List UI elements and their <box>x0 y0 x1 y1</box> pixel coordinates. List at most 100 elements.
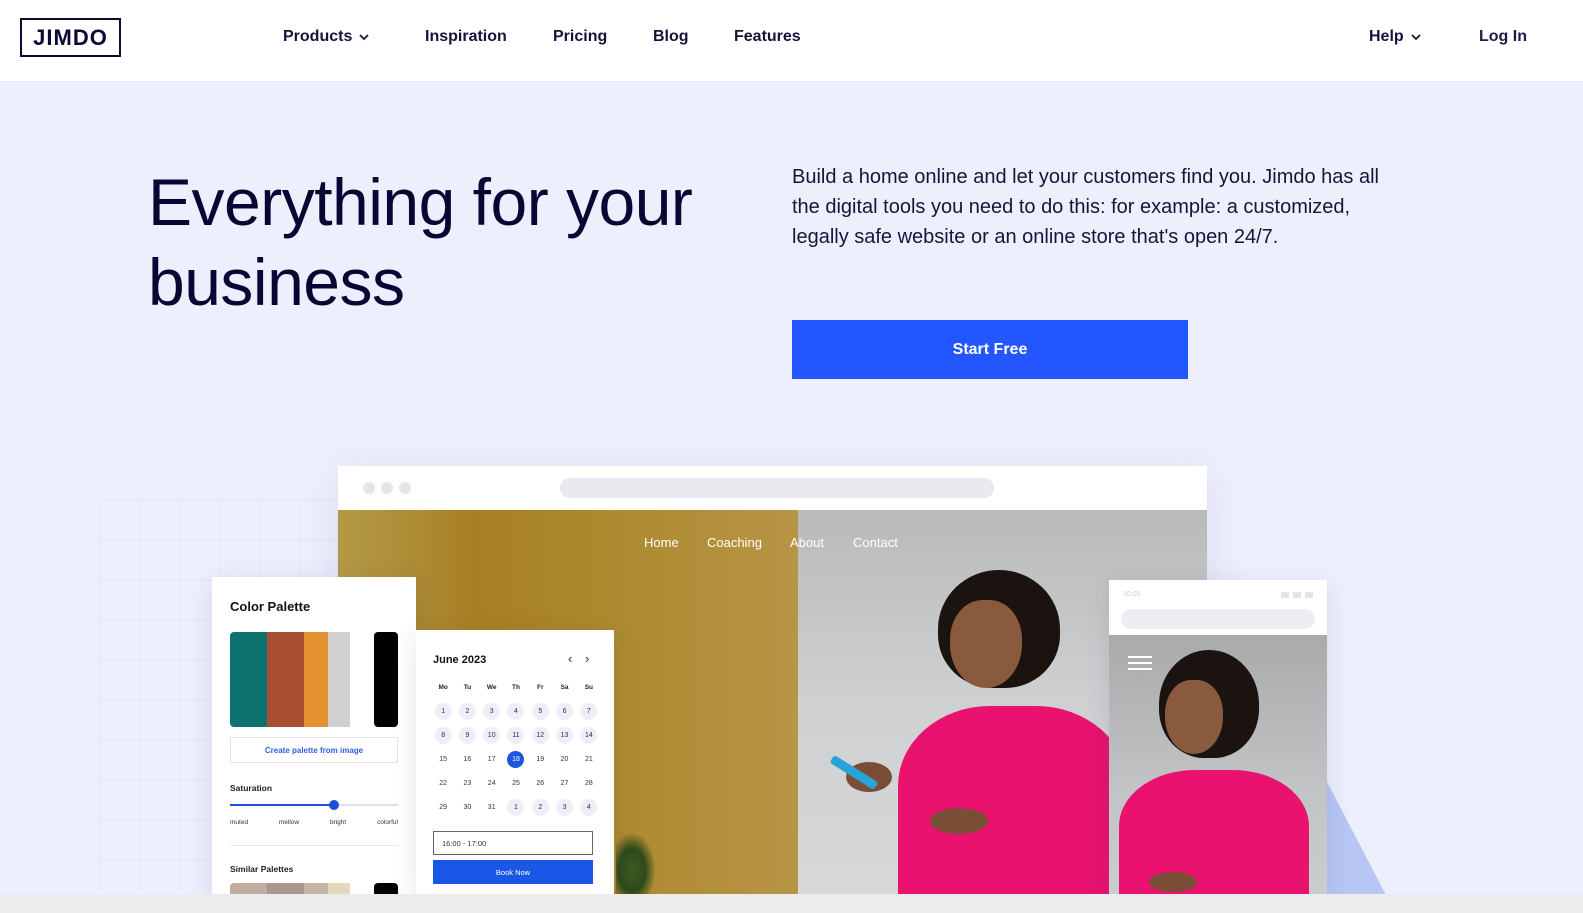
nav-blog[interactable]: Blog <box>653 28 689 46</box>
calendar-day[interactable]: 15 <box>435 751 452 768</box>
nav-products[interactable]: Products <box>283 28 370 46</box>
weekday-header: Mo <box>438 684 448 691</box>
saturation-levels: muted mellow bright colorful <box>230 819 398 826</box>
saturation-slider-thumb[interactable] <box>329 800 340 810</box>
calendar-day-cell: 4 <box>504 703 528 720</box>
calendar-day[interactable]: 24 <box>483 775 500 792</box>
calendar-day[interactable]: 31 <box>483 799 500 816</box>
mobile-website-preview <box>1109 635 1327 900</box>
calendar-day-cell: 16 <box>455 751 479 768</box>
calendar-day-cell: 18 <box>504 751 528 768</box>
create-palette-button[interactable]: Create palette from image <box>230 737 398 763</box>
saturation-level: bright <box>329 819 347 826</box>
start-free-button[interactable]: Start Free <box>792 320 1188 379</box>
calendar-day[interactable]: 9 <box>458 727 476 744</box>
chevron-left-icon[interactable]: ‹ <box>568 651 572 666</box>
calendar-day[interactable]: 17 <box>483 751 500 768</box>
color-swatch[interactable] <box>230 632 267 727</box>
calendar-day-cell: 20 <box>552 751 576 768</box>
nav-products-label: Products <box>283 28 353 45</box>
calendar-day-cell: 19 <box>528 751 552 768</box>
signal-icon <box>1281 592 1289 598</box>
calendar-day[interactable]: 13 <box>556 727 574 744</box>
calendar-day[interactable]: 6 <box>556 703 574 720</box>
color-swatch[interactable] <box>328 632 350 727</box>
pink-shirt-shape <box>1119 770 1309 900</box>
calendar-day[interactable]: 8 <box>434 727 452 744</box>
calendar-day[interactable]: 2 <box>531 799 549 816</box>
nav-features[interactable]: Features <box>734 28 801 46</box>
calendar-day-cell: 28 <box>577 775 601 792</box>
nav-pricing[interactable]: Pricing <box>553 28 607 46</box>
chevron-right-icon[interactable]: › <box>585 651 589 666</box>
palette-swatches <box>230 632 398 727</box>
calendar-day-cell: 22 <box>431 775 455 792</box>
calendar-day[interactable]: 30 <box>459 799 476 816</box>
calendar-day[interactable]: 3 <box>556 799 574 816</box>
calendar-day[interactable]: 14 <box>580 727 598 744</box>
palette-title: Color Palette <box>230 599 311 614</box>
calendar-day[interactable]: 19 <box>532 751 549 768</box>
login-link[interactable]: Log In <box>1479 28 1527 46</box>
calendar-day[interactable]: 3 <box>483 703 501 720</box>
chevron-down-icon <box>1411 34 1421 41</box>
calendar-grid: Mo Tu We Th Fr Sa Su 1 2 3 4 5 6 7 8 9 10 11 12 13 14 15 16 17 1… <box>431 684 601 816</box>
jimdo-logo[interactable]: JIMDO <box>20 18 121 57</box>
calendar-day[interactable]: 27 <box>556 775 573 792</box>
calendar-day[interactable]: 11 <box>507 727 525 744</box>
nav-help[interactable]: Help <box>1369 28 1422 46</box>
time-slot-field[interactable]: 16:00 - 17:00 <box>433 831 593 855</box>
calendar-day-cell: 1 <box>504 799 528 816</box>
calendar-day-cell: 9 <box>455 727 479 744</box>
calendar-day[interactable]: 22 <box>435 775 452 792</box>
calendar-day-cell: 12 <box>528 727 552 744</box>
window-dot-icon <box>381 482 393 494</box>
calendar-day-cell: 31 <box>480 799 504 816</box>
calendar-day[interactable]: 28 <box>580 775 597 792</box>
plant-image <box>616 832 656 896</box>
saturation-label: Saturation <box>230 783 273 793</box>
calendar-day[interactable]: 10 <box>483 727 501 744</box>
calendar-day[interactable]: 29 <box>435 799 452 816</box>
calendar-day[interactable]: 4 <box>507 703 525 720</box>
calendar-month: June 2023 <box>433 654 487 666</box>
calendar-day[interactable]: 23 <box>459 775 476 792</box>
calendar-day[interactable]: 2 <box>458 703 476 720</box>
site-nav-coaching[interactable]: Coaching <box>707 535 762 550</box>
window-dot-icon <box>363 482 375 494</box>
site-header: JIMDO Products Inspiration Pricing Blog … <box>0 0 1583 82</box>
battery-icon <box>1305 592 1313 598</box>
calendar-day-cell: 23 <box>455 775 479 792</box>
color-swatch[interactable] <box>267 632 304 727</box>
nav-inspiration[interactable]: Inspiration <box>425 28 507 46</box>
color-swatch[interactable] <box>304 632 328 727</box>
site-nav-home[interactable]: Home <box>644 535 679 550</box>
calendar-day[interactable]: 20 <box>556 751 573 768</box>
calendar-day[interactable]: 1 <box>434 703 452 720</box>
calendar-day-cell: 2 <box>455 703 479 720</box>
calendar-day-cell: 25 <box>504 775 528 792</box>
calendar-day[interactable]: 5 <box>531 703 549 720</box>
calendar-day[interactable]: 4 <box>580 799 598 816</box>
calendar-day[interactable]: 21 <box>580 751 597 768</box>
weekday-header: We <box>486 684 497 691</box>
hero-description: Build a home online and let your custome… <box>792 166 1379 248</box>
color-swatch[interactable] <box>374 632 398 727</box>
similar-palettes-label: Similar Palettes <box>230 864 294 874</box>
color-palette-card: Color Palette Create palette from image … <box>212 577 416 913</box>
calendar-day[interactable]: 26 <box>532 775 549 792</box>
calendar-day-selected[interactable]: 18 <box>507 751 525 768</box>
nav-blog-label: Blog <box>653 28 689 45</box>
address-bar <box>560 478 994 498</box>
site-nav-about[interactable]: About <box>790 535 824 550</box>
calendar-day[interactable]: 16 <box>459 751 476 768</box>
calendar-day-cell: 29 <box>431 799 455 816</box>
calendar-day[interactable]: 1 <box>507 799 525 816</box>
weekday-header: Th <box>512 684 520 691</box>
calendar-day[interactable]: 25 <box>507 775 524 792</box>
site-nav-contact[interactable]: Contact <box>853 535 898 550</box>
calendar-day[interactable]: 7 <box>580 703 598 720</box>
saturation-slider[interactable] <box>230 800 398 810</box>
calendar-day[interactable]: 12 <box>531 727 549 744</box>
book-now-button[interactable]: Book Now <box>433 860 593 884</box>
